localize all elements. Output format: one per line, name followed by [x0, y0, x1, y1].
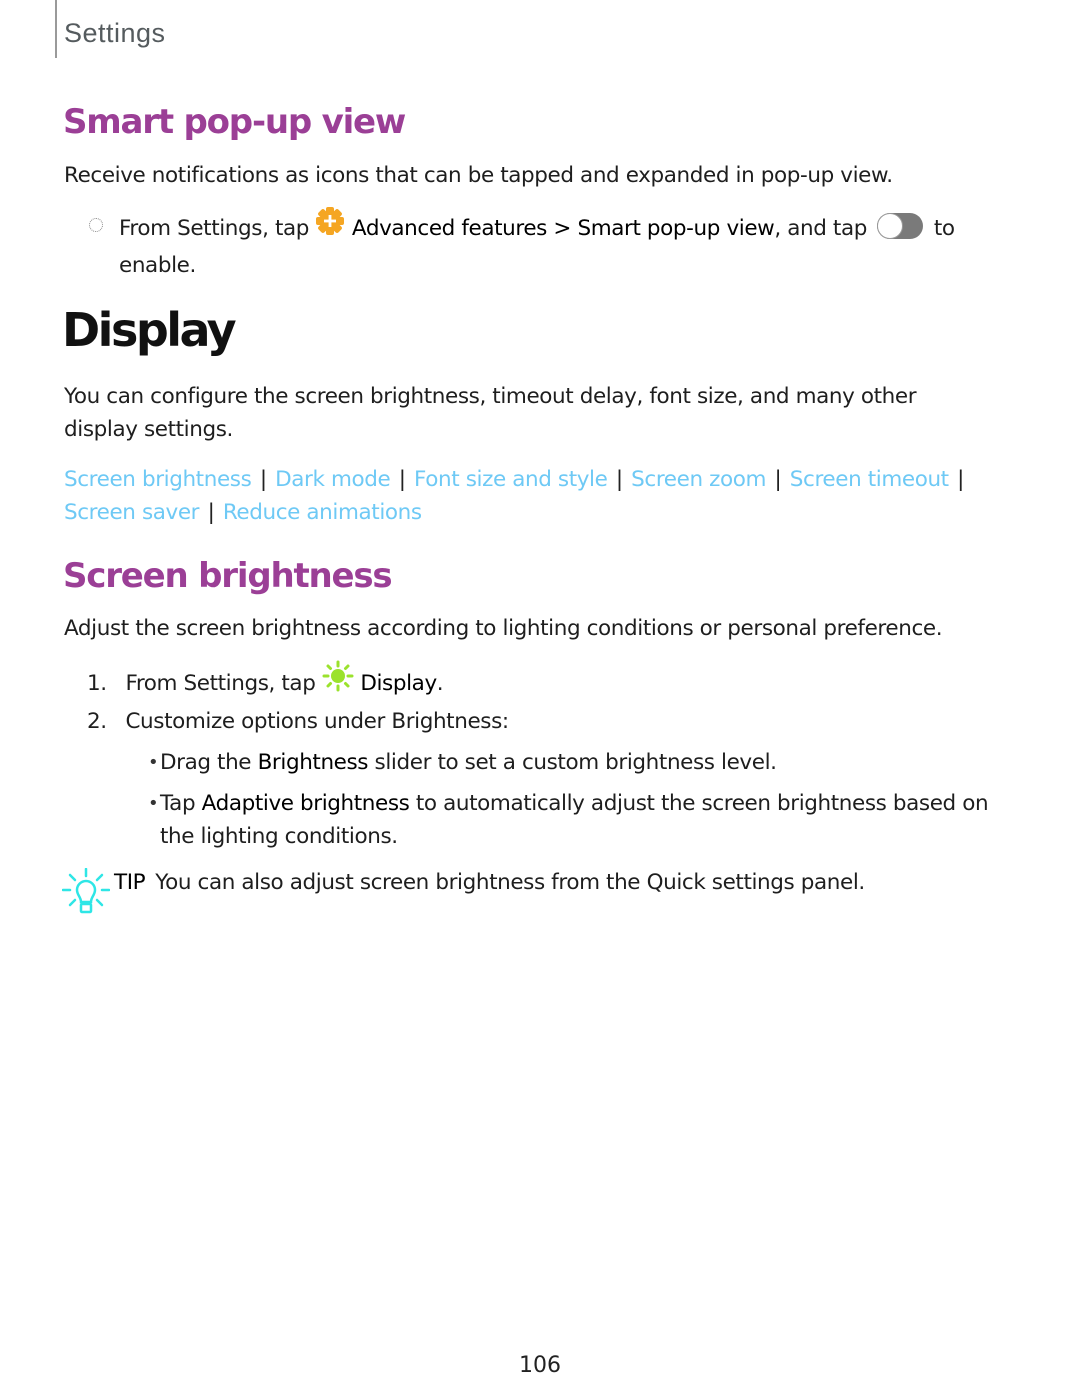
tip-label: TIP [114, 870, 146, 895]
screen-brightness-description: Adjust the screen brightness according t… [64, 616, 943, 641]
display-link[interactable]: Display [360, 671, 437, 696]
link-separator: | [774, 467, 782, 492]
adaptive-brightness-label[interactable]: Adaptive brightness [202, 791, 410, 816]
bullet-brightness-slider: • Drag the Brightness slider to set a cu… [148, 746, 1020, 779]
smart-popup-view-link[interactable]: Smart pop-up view [577, 216, 774, 241]
smart-popup-toggle[interactable] [877, 213, 924, 239]
link-screen-saver[interactable]: Screen saver [64, 500, 200, 525]
link-dark-mode[interactable]: Dark mode [275, 467, 391, 492]
bullet-dot: • [148, 752, 159, 773]
display-description: You can configure the screen brightness,… [64, 384, 917, 442]
link-separator: | [259, 467, 267, 492]
lightbulb-icon [61, 867, 111, 928]
section-header: Settings [64, 18, 166, 48]
step-number: 1. [87, 671, 107, 696]
step-middle: , and tap [774, 216, 867, 241]
bullet-dot: • [148, 793, 159, 814]
brightness-slider-label[interactable]: Brightness [258, 750, 369, 775]
smart-popup-description: Receive notifications as icons that can … [64, 163, 893, 188]
step-bullet-icon [89, 218, 103, 232]
page-number: 106 [519, 1353, 561, 1378]
step-text: Customize options under Brightness: [125, 709, 509, 734]
advanced-features-icon [315, 206, 345, 246]
display-heading: Display [62, 303, 237, 357]
link-font-size-and-style[interactable]: Font size and style [414, 467, 608, 492]
step-suffix-enable: enable. [119, 253, 196, 278]
link-separator: | [207, 500, 215, 525]
toggle-knob [877, 213, 904, 239]
link-reduce-animations[interactable]: Reduce animations [223, 500, 422, 525]
tip-box: TIP You can also adjust screen brightness… [61, 866, 1022, 914]
link-screen-zoom[interactable]: Screen zoom [631, 467, 766, 492]
screen-brightness-heading: Screen brightness [63, 556, 393, 596]
link-screen-timeout[interactable]: Screen timeout [790, 467, 949, 492]
smart-popup-heading: Smart pop-up view [63, 102, 406, 142]
step-prefix: From Settings, tap [119, 216, 310, 241]
step-1: 1. From Settings, tap Display. [87, 660, 1017, 705]
display-topic-links: Screen brightness | Dark mode | Font siz… [64, 463, 1024, 529]
step-prefix: From Settings, tap [125, 671, 316, 696]
link-separator: | [615, 467, 623, 492]
header-divider [55, 0, 57, 58]
step-2: 2. Customize options under Brightness: [87, 705, 1017, 738]
step-suffix-to: to [933, 216, 955, 241]
bullet-post: slider to set a custom brightness level. [374, 750, 777, 775]
bullet-adaptive-brightness: • Tap Adaptive brightness to automatical… [148, 787, 1020, 853]
advanced-features-link[interactable]: Advanced features [352, 216, 547, 241]
step-suffix: . [436, 671, 444, 696]
smart-popup-step: From Settings, tap Advanced features > S… [119, 206, 1019, 282]
link-screen-brightness[interactable]: Screen brightness [64, 467, 252, 492]
link-separator: | [957, 467, 964, 492]
bullet-pre: Drag the [160, 750, 252, 775]
display-sun-icon [322, 660, 354, 702]
breadcrumb-arrow: > [553, 216, 572, 241]
link-separator: | [398, 467, 406, 492]
step-number: 2. [87, 709, 107, 734]
bullet-pre: Tap [160, 791, 196, 816]
tip-text: You can also adjust screen brightness fr… [155, 870, 865, 895]
